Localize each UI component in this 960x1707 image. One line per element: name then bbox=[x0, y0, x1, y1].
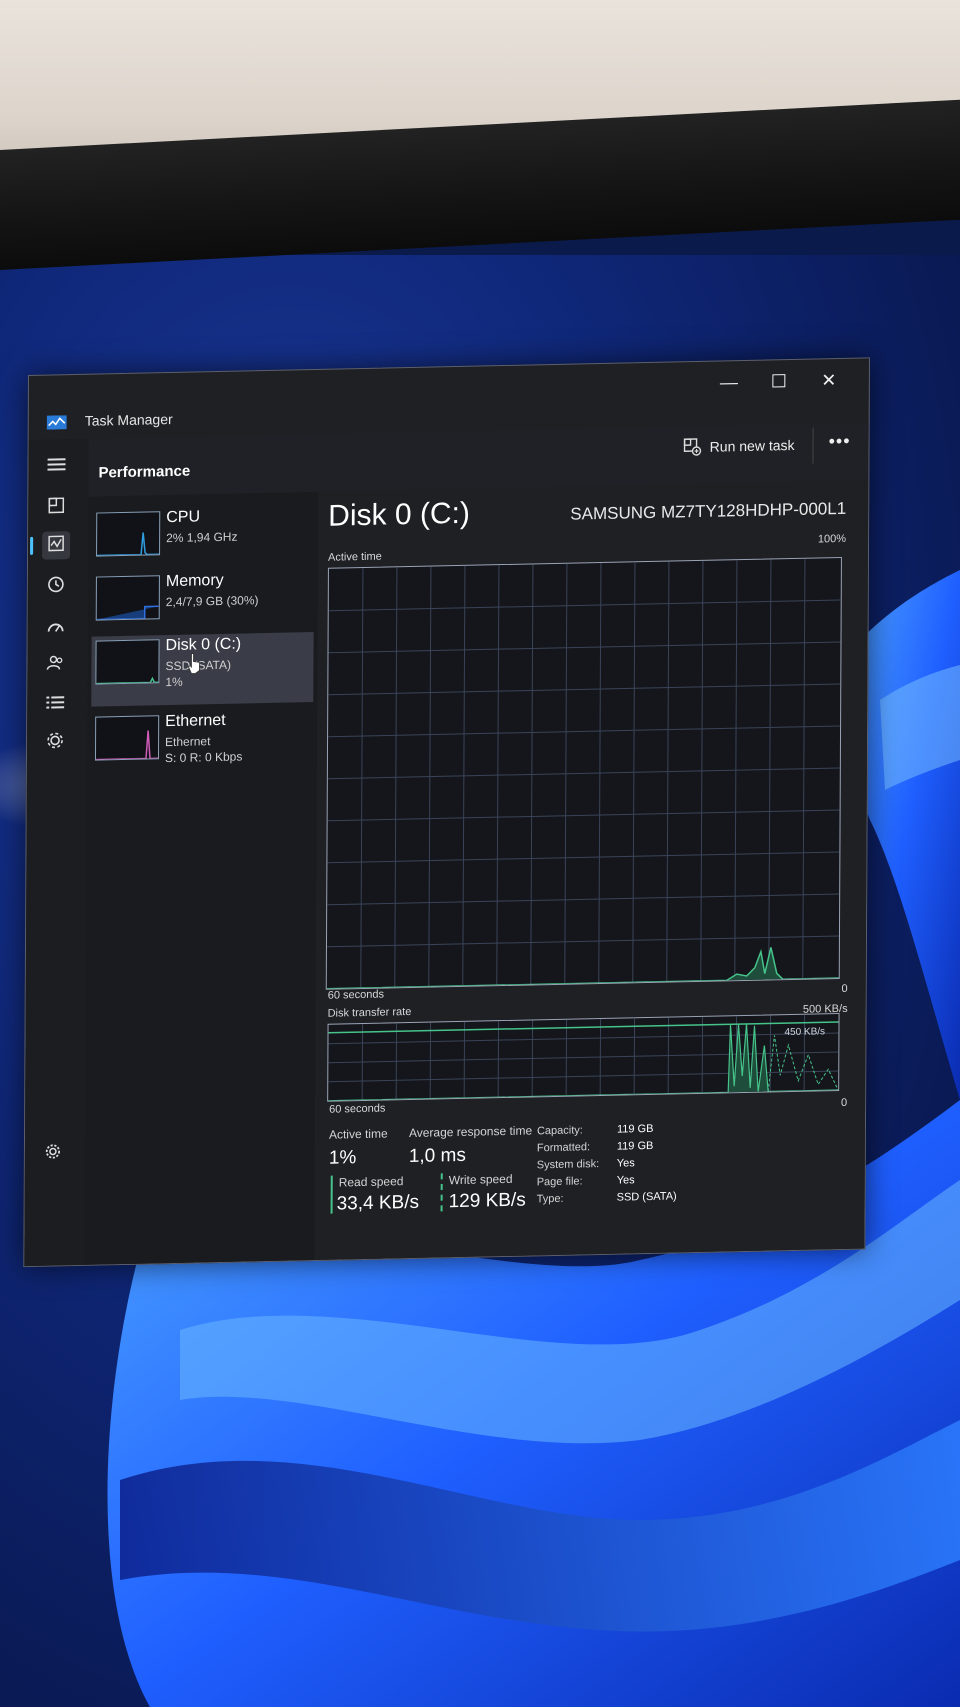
active-time-stat-value: 1% bbox=[328, 1147, 357, 1169]
device-item-memory[interactable]: Memory 2,4/7,9 GB (30%) bbox=[92, 568, 314, 643]
write-speed-label: Write speed bbox=[448, 1171, 513, 1188]
device-list: CPU 2% 1,94 GHz Memory 2,4/7,9 GB (30%) … bbox=[84, 491, 319, 1265]
minimize-button[interactable]: — bbox=[709, 369, 749, 396]
active-nav-indicator bbox=[30, 536, 34, 555]
device-name: Memory bbox=[165, 571, 224, 591]
read-speed-label: Read speed bbox=[338, 1174, 404, 1190]
task-manager-app-icon bbox=[46, 415, 67, 430]
active-time-series bbox=[326, 947, 839, 990]
write-speed-value: 129 KB/s bbox=[448, 1189, 526, 1213]
device-detail: Ethernet bbox=[165, 734, 211, 750]
capacity-label: Capacity: bbox=[536, 1124, 583, 1138]
transfer-chart-label: Disk transfer rate bbox=[327, 1005, 412, 1020]
system-disk-label: System disk: bbox=[536, 1158, 600, 1172]
transfer-axis-right: 0 bbox=[840, 1096, 848, 1109]
transfer-write-series bbox=[767, 1035, 839, 1092]
device-item-ethernet[interactable]: Ethernet Ethernet S: 0 R: 0 Kbps bbox=[91, 708, 313, 783]
write-speed-indicator bbox=[440, 1173, 445, 1212]
system-disk-value: Yes bbox=[616, 1157, 635, 1170]
transfer-scale-line bbox=[328, 1021, 839, 1034]
active-time-axis-left: 60 seconds bbox=[327, 988, 385, 1002]
maximize-button[interactable]: ☐ bbox=[759, 368, 799, 395]
processes-icon[interactable] bbox=[42, 493, 70, 522]
hamburger-icon[interactable] bbox=[42, 451, 70, 480]
page-title: Performance bbox=[98, 462, 191, 482]
close-button[interactable]: ✕ bbox=[809, 367, 849, 394]
run-task-icon bbox=[683, 438, 702, 456]
device-throughput: S: 0 R: 0 Kbps bbox=[164, 749, 243, 766]
cpu-thumbnail-graph bbox=[96, 511, 161, 557]
avg-response-value: 1,0 ms bbox=[408, 1144, 466, 1168]
page-file-value: Yes bbox=[616, 1174, 635, 1187]
read-speed-indicator bbox=[330, 1175, 333, 1214]
read-speed-value: 33,4 KB/s bbox=[336, 1191, 420, 1215]
formatted-label: Formatted: bbox=[536, 1141, 591, 1155]
avg-response-label: Average response time bbox=[408, 1123, 533, 1141]
active-time-grid bbox=[326, 558, 841, 989]
ethernet-thumbnail-graph bbox=[94, 715, 160, 761]
more-options-button[interactable]: ••• bbox=[829, 431, 851, 452]
type-label: Type: bbox=[536, 1192, 564, 1206]
task-manager-window: Task Manager — ☐ ✕ Performance Run new t… bbox=[23, 357, 870, 1268]
device-name: CPU bbox=[166, 508, 201, 527]
window-title: Task Manager bbox=[84, 410, 173, 429]
performance-icon[interactable] bbox=[42, 531, 71, 560]
active-time-chart bbox=[325, 556, 842, 990]
type-value: SSD (SATA) bbox=[616, 1190, 677, 1204]
gear-icon[interactable] bbox=[39, 1139, 67, 1168]
device-item-disk-0[interactable]: Disk 0 (C:) SSD (SATA) 1% bbox=[91, 632, 314, 707]
details-icon[interactable] bbox=[41, 689, 69, 718]
transfer-rate-chart: 450 KB/s bbox=[327, 1013, 840, 1102]
capacity-value: 119 GB bbox=[616, 1122, 654, 1136]
header-divider bbox=[812, 427, 814, 464]
formatted-value: 119 GB bbox=[616, 1139, 654, 1153]
transfer-mark-label: 450 KB/s bbox=[784, 1026, 825, 1038]
hand-cursor-icon bbox=[187, 653, 200, 674]
disk-model: SAMSUNG MZ7TY128HDHP-000L1 bbox=[570, 498, 847, 524]
run-new-task-button[interactable]: Run new task bbox=[683, 436, 795, 456]
users-icon[interactable] bbox=[41, 651, 69, 680]
active-time-chart-label: Active time bbox=[327, 550, 382, 564]
disk-details-panel: Disk 0 (C:) SAMSUNG MZ7TY128HDHP-000L1 A… bbox=[314, 480, 869, 1261]
navigation-rail bbox=[24, 438, 89, 1267]
page-file-label: Page file: bbox=[536, 1175, 583, 1189]
device-detail: 2% 1,94 GHz bbox=[166, 529, 238, 546]
disk-thumbnail-graph bbox=[95, 639, 160, 685]
device-name: Ethernet bbox=[165, 711, 226, 731]
transfer-axis-left: 60 seconds bbox=[329, 1102, 386, 1116]
active-time-stat-label: Active time bbox=[328, 1126, 388, 1142]
device-detail: 2,4/7,9 GB (30%) bbox=[165, 593, 259, 610]
startup-apps-icon[interactable] bbox=[42, 613, 70, 642]
device-name: Disk 0 (C:) bbox=[165, 635, 242, 655]
active-time-chart-max: 100% bbox=[817, 532, 847, 546]
device-usage: 1% bbox=[165, 674, 183, 690]
active-time-axis-right: 0 bbox=[841, 982, 848, 995]
app-history-icon[interactable] bbox=[42, 573, 70, 602]
disk-title: Disk 0 (C:) bbox=[328, 496, 470, 533]
memory-thumbnail-graph bbox=[95, 575, 160, 621]
run-new-task-label: Run new task bbox=[709, 436, 795, 455]
services-icon[interactable] bbox=[41, 729, 69, 758]
device-item-cpu[interactable]: CPU 2% 1,94 GHz bbox=[92, 504, 314, 579]
